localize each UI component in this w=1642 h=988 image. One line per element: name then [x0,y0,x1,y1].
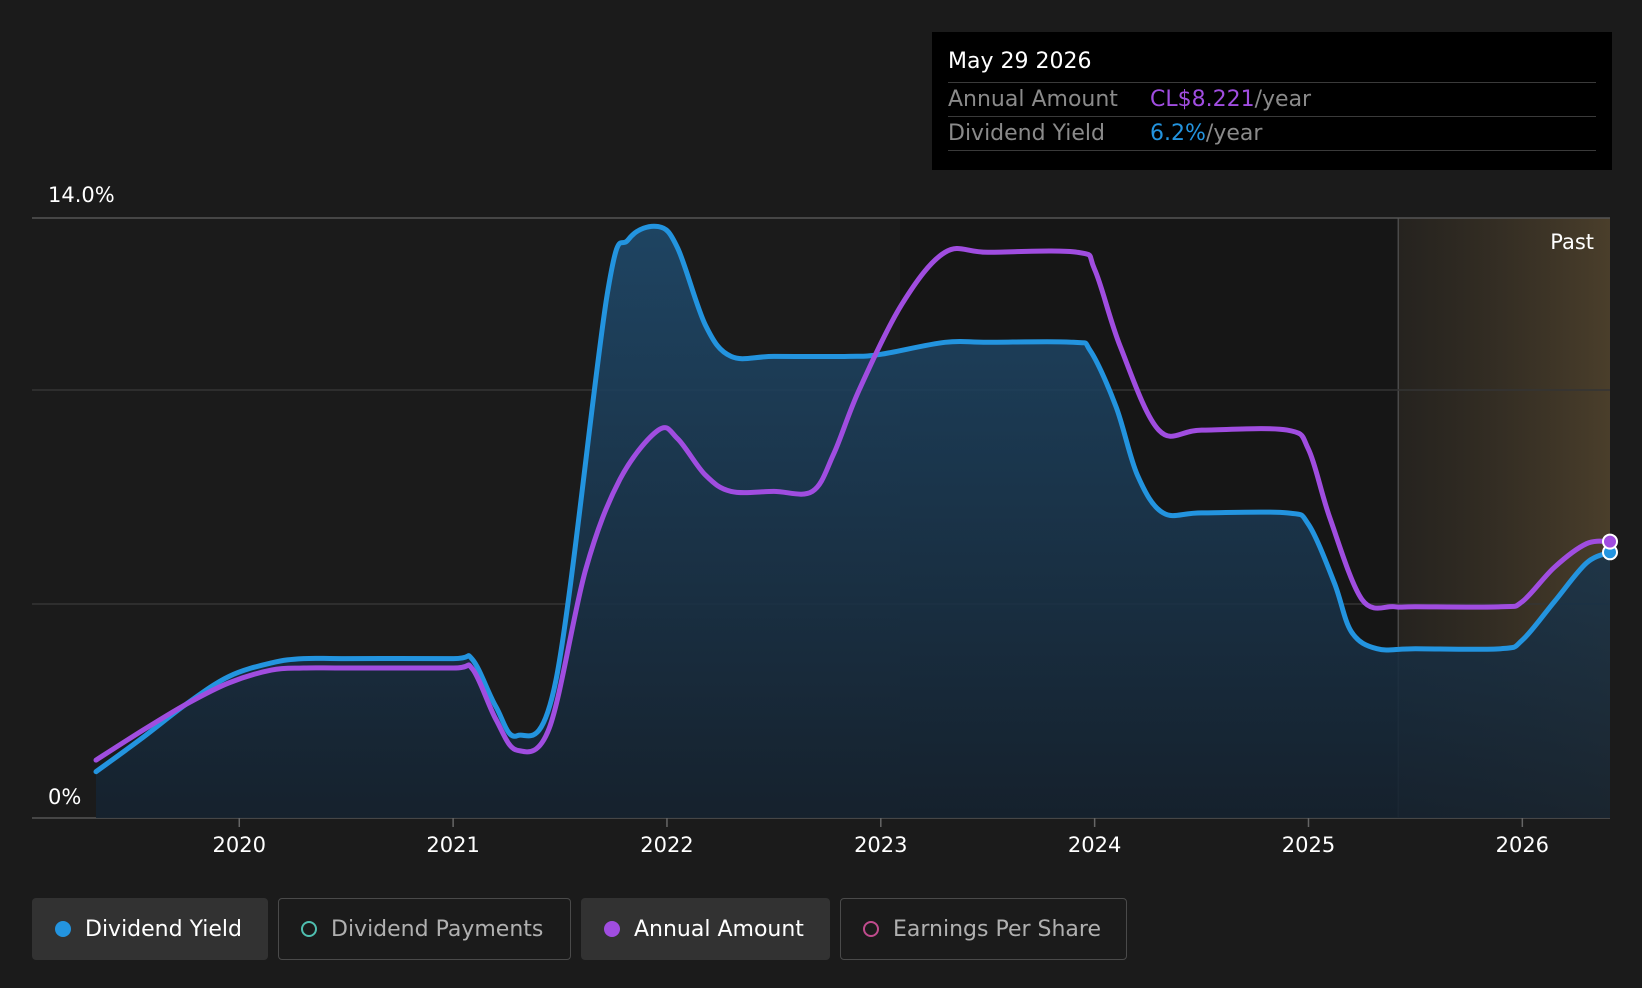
legend-label: Dividend Payments [331,916,544,942]
past-label: Past [1550,230,1594,254]
legend-item-earnings-per-share[interactable]: Earnings Per Share [840,898,1127,960]
legend-item-dividend-payments[interactable]: Dividend Payments [278,898,571,960]
x-tick-label: 2025 [1282,833,1335,857]
legend-dot-icon [55,921,71,937]
legend-dot-icon [604,921,620,937]
tooltip: May 29 2026 Annual Amount CL$8.221 /year… [932,32,1612,170]
x-tick-label: 2022 [640,833,693,857]
tooltip-value: 6.2% [1150,121,1206,146]
x-tick-label: 2021 [426,833,479,857]
x-tick-label: 2026 [1496,833,1549,857]
tooltip-value: CL$8.221 [1150,87,1255,112]
legend: Dividend Yield Dividend Payments Annual … [32,898,1127,960]
legend-item-dividend-yield[interactable]: Dividend Yield [32,898,268,960]
legend-dot-icon [863,921,879,937]
legend-dot-icon [301,921,317,937]
tooltip-row-annual-amount: Annual Amount CL$8.221 /year [948,82,1596,116]
tooltip-date: May 29 2026 [948,49,1092,74]
tooltip-unit: /year [1205,121,1263,146]
x-tick-label: 2023 [854,833,907,857]
tooltip-unit: /year [1254,87,1312,112]
legend-label: Annual Amount [634,916,804,942]
annual-amount-end-marker [1602,533,1618,550]
x-tick-label: 2020 [213,833,266,857]
y-axis-bottom-label: 0% [48,785,81,809]
tooltip-label: Annual Amount [948,87,1118,112]
y-axis-top-label: 14.0% [48,183,115,207]
tooltip-row-dividend-yield: Dividend Yield 6.2% /year [948,116,1596,151]
x-tick-label: 2024 [1068,833,1121,857]
legend-item-annual-amount[interactable]: Annual Amount [581,898,830,960]
tooltip-label: Dividend Yield [948,121,1105,146]
legend-label: Dividend Yield [85,916,242,942]
legend-label: Earnings Per Share [893,916,1102,942]
